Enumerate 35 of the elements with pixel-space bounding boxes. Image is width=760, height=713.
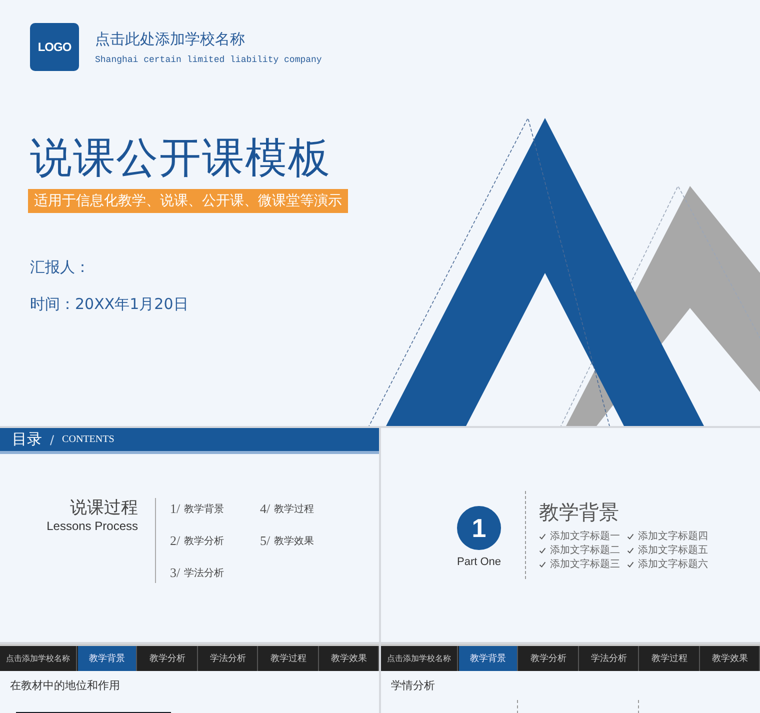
subtitle-banner: 适用于信息化教学、说课、公开课、微课堂等演示 [28,189,348,213]
point-text: 添加文字标题三 [550,558,620,571]
slide-title: 在教材中的地位和作用 [9,678,121,694]
item-number: 1/ [170,501,180,517]
slide-title: 说课公开课模板 [30,133,332,183]
item-number: 2/ [170,533,180,549]
item-number: 4/ [260,501,270,517]
school-name: 点击此处添加学校名称 [95,30,246,49]
slide-title: 学情分析 [390,678,436,694]
nav-tab[interactable]: 教学背景 [459,646,518,671]
point-text: 添加文字标题四 [638,530,708,543]
header-separator: / [50,432,54,446]
contents-item: 教学分析 [184,534,224,548]
point-text: 添加文字标题二 [550,544,620,557]
logo-badge: LOGO [30,23,79,71]
point-text: 添加文字标题一 [550,530,620,543]
company-name: Shanghai certain limited liability company [95,55,322,65]
contents-subheading: Lessons Process [46,519,138,533]
contents-item: 教学过程 [274,502,314,516]
contents-heading: 说课过程 [69,497,138,519]
contents-item: 教学效果 [274,535,314,548]
header-title: 目录 [12,430,42,449]
point-text: 添加文字标题五 [638,544,708,557]
point-text: 添加文字标题六 [638,558,708,571]
header-subtitle: CONTENTS [62,434,114,445]
nav-tab[interactable]: 教学背景 [78,646,138,671]
item-number: 5/ [260,533,270,549]
date-text: 时间：20XX年1月20日 [30,295,190,314]
part-label: Part One [456,556,502,568]
number-badge: 1 [457,506,501,550]
item-number: 3/ [170,565,180,581]
reporter-label: 汇报人： [30,258,91,277]
contents-item: 学法分析 [184,566,224,580]
contents-item: 教学背景 [184,502,224,516]
section-title: 教学背景 [539,499,620,526]
